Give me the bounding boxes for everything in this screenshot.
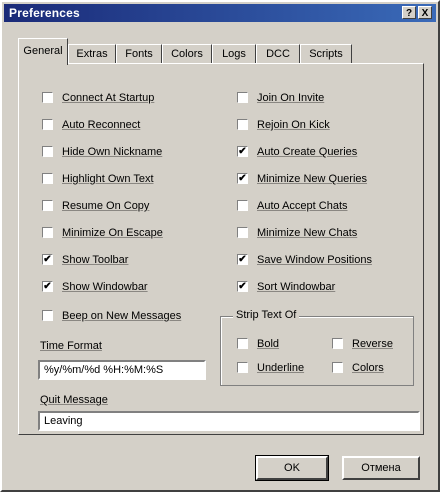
checkbox-label: Hide Own Nickname: [62, 146, 163, 158]
tab-dcc[interactable]: DCC: [256, 44, 300, 64]
tab-logs[interactable]: Logs: [212, 44, 256, 64]
checkbox-label: Beep on New Messages: [62, 310, 182, 322]
title-bar[interactable]: Preferences ? X: [4, 4, 436, 22]
checkbox-box[interactable]: ✔: [237, 281, 248, 292]
checkbox-box[interactable]: [42, 146, 53, 157]
checkbox-label: Underline: [257, 362, 305, 374]
checkbox-label: Reverse: [352, 338, 393, 350]
checkbox-label: Auto Create Queries: [257, 146, 358, 158]
checkbox-label: Auto Reconnect: [62, 119, 141, 131]
time-format-input[interactable]: %y/%m/%d %H:%M:%S: [38, 360, 206, 380]
checkbox-label: Show Windowbar: [62, 281, 148, 293]
checkbox-label: Highlight Own Text: [62, 173, 154, 185]
tab-label: Logs: [222, 48, 246, 60]
checkbox-box[interactable]: [42, 310, 53, 321]
checkbox-box[interactable]: [42, 200, 53, 211]
tab-label: Fonts: [125, 48, 153, 60]
quit-message-label: Quit Message: [40, 394, 108, 406]
checkbox-label: Sort Windowbar: [257, 281, 336, 293]
checkbox-box[interactable]: [42, 92, 53, 103]
tab-fonts[interactable]: Fonts: [116, 44, 162, 64]
tab-label: Extras: [76, 48, 108, 60]
preferences-dialog: Preferences ? X General Extras Fonts Col…: [0, 0, 440, 492]
checkbox-box[interactable]: ✔: [42, 254, 53, 265]
time-format-label: Time Format: [40, 340, 102, 352]
checkbox-box[interactable]: [332, 338, 343, 349]
checkbox-label: Bold: [257, 338, 280, 350]
checkbox-label: Show Toolbar: [62, 254, 129, 266]
checkbox-box[interactable]: ✔: [237, 173, 248, 184]
checkbox-box[interactable]: ✔: [237, 146, 248, 157]
tab-colors[interactable]: Colors: [162, 44, 212, 64]
checkbox-box[interactable]: [42, 227, 53, 238]
checkbox-label: Auto Accept Chats: [257, 200, 348, 212]
checkbox-box[interactable]: [42, 119, 53, 130]
help-icon[interactable]: ?: [402, 6, 416, 19]
checkbox-label: Join On Invite: [257, 92, 325, 104]
cancel-button[interactable]: Отмена: [342, 456, 420, 480]
tab-label: General: [23, 45, 63, 57]
tab-general[interactable]: General: [18, 38, 68, 65]
checkbox-box[interactable]: [237, 92, 248, 103]
checkbox-box[interactable]: ✔: [42, 281, 53, 292]
checkbox-box[interactable]: [237, 119, 248, 130]
checkbox-label: Minimize On Escape: [62, 227, 163, 239]
checkbox-box[interactable]: [237, 338, 248, 349]
checkbox-box[interactable]: [237, 200, 248, 211]
checkbox-box[interactable]: [237, 362, 248, 373]
checkbox-box[interactable]: [237, 227, 248, 238]
strip-text-group: Strip Text Of: [220, 309, 414, 386]
tab-label: DCC: [266, 48, 290, 60]
tab-scripts[interactable]: Scripts: [300, 44, 352, 64]
checkbox-label: Minimize New Queries: [257, 173, 368, 185]
checkbox-box[interactable]: ✔: [237, 254, 248, 265]
strip-text-legend: Strip Text Of: [233, 309, 300, 321]
quit-message-input[interactable]: Leaving: [38, 411, 420, 431]
close-icon[interactable]: X: [418, 6, 432, 19]
checkbox-label: Resume On Copy: [62, 200, 150, 212]
checkbox-label: Rejoin On Kick: [257, 119, 330, 131]
checkbox-label: Connect At Startup: [62, 92, 155, 104]
checkbox-box[interactable]: [42, 173, 53, 184]
tab-label: Scripts: [309, 48, 343, 60]
ok-button[interactable]: OK: [255, 455, 329, 481]
checkbox-label: Minimize New Chats: [257, 227, 358, 239]
checkbox-label: Save Window Positions: [257, 254, 372, 266]
window-title: Preferences: [9, 6, 80, 20]
checkbox-label: Colors: [352, 362, 384, 374]
tab-extras[interactable]: Extras: [68, 44, 116, 64]
tab-label: Colors: [171, 48, 203, 60]
checkbox-box[interactable]: [332, 362, 343, 373]
